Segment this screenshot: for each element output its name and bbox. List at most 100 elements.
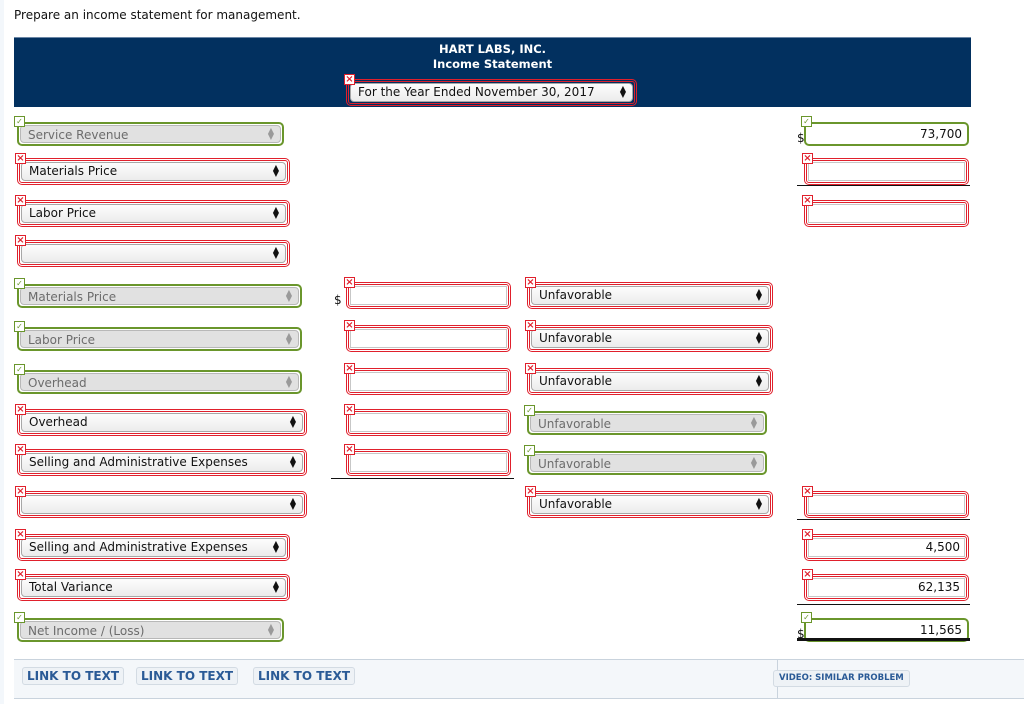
total-amount-input[interactable]: 62,135: [808, 578, 965, 597]
variance-type-select-wrapper: ✓ Unfavorable ▲ ▼: [524, 445, 767, 475]
video-similar-problem-button[interactable]: VIDEO: SIMILAR PROBLEM: [773, 670, 910, 687]
line-item-label-select-value: Labor Price: [28, 333, 96, 347]
line-item-label-select-wrapper: ✓ Net Income / (Loss) ▲ ▼: [14, 612, 284, 642]
total-amount-input-wrapper: × 62,135: [802, 569, 969, 601]
total-amount-input-wrapper: ×: [802, 153, 969, 185]
x-mark-icon: ×: [15, 195, 26, 206]
link-to-text-button-3[interactable]: LINK TO TEXT: [253, 667, 356, 685]
x-mark-icon: ×: [802, 195, 813, 206]
variance-type-select[interactable]: Unfavorable ▲ ▼: [530, 414, 764, 432]
variance-type-select-wrapper: × Unfavorable ▲ ▼: [525, 277, 773, 309]
variance-amount-input[interactable]: [350, 286, 507, 305]
link-to-text-button-2[interactable]: LINK TO TEXT: [136, 667, 239, 685]
variance-amount-input[interactable]: [350, 413, 507, 432]
x-mark-icon: ×: [525, 320, 536, 331]
line-item-label-select[interactable]: Labor Price ▲ ▼: [20, 330, 299, 348]
variance-type-select-wrapper: ✓ Unfavorable ▲ ▼: [524, 405, 767, 435]
check-mark-icon: ✓: [14, 278, 25, 289]
up-down-arrows-icon: ▲ ▼: [755, 373, 762, 388]
variance-type-select[interactable]: Unfavorable ▲ ▼: [531, 329, 769, 348]
line-item-label-select[interactable]: Service Revenue ▲ ▼: [20, 125, 281, 143]
x-mark-icon: ×: [15, 529, 26, 540]
variance-type-select[interactable]: Unfavorable ▲ ▼: [531, 372, 769, 391]
company-name: HART LABS, INC.: [438, 42, 547, 56]
variance-amount-input-wrapper: ×: [344, 277, 511, 309]
total-amount-input[interactable]: [808, 162, 965, 181]
up-down-arrows-icon: ▲ ▼: [285, 374, 292, 389]
x-mark-icon: ×: [802, 486, 813, 497]
line-item-label-select-value: Service Revenue: [28, 128, 129, 142]
variance-type-select[interactable]: Unfavorable ▲ ▼: [531, 286, 769, 305]
link-to-text-button-1[interactable]: LINK TO TEXT: [22, 667, 125, 685]
line-item-label-select[interactable]: Selling and Administrative Expenses ▲ ▼: [21, 453, 303, 472]
x-mark-icon: ×: [344, 444, 355, 455]
variance-amount-input[interactable]: [350, 329, 507, 348]
x-mark-icon: ×: [525, 486, 536, 497]
period-select[interactable]: For the Year Ended November 30, 2017 ▲ ▼: [350, 83, 633, 102]
line-item-label-select[interactable]: Materials Price ▲ ▼: [21, 162, 286, 181]
line-item-label-select-value: Materials Price: [28, 290, 117, 304]
total-amount-input-wrapper: ✓ 73,700: [801, 116, 969, 146]
up-down-arrows-icon: ▲ ▼: [750, 455, 757, 470]
check-mark-icon: ✓: [14, 612, 25, 623]
line-item-label-select-wrapper: ✓ Service Revenue ▲ ▼: [14, 116, 284, 146]
variance-amount-input-wrapper: ×: [344, 404, 511, 436]
x-mark-icon: ×: [344, 404, 355, 415]
up-down-arrows-icon: ▲ ▼: [755, 287, 762, 302]
up-down-arrows-icon: ▲ ▼: [289, 414, 296, 429]
x-mark-icon: ×: [15, 486, 26, 497]
x-mark-icon: ×: [525, 363, 536, 374]
variance-type-select[interactable]: Unfavorable ▲ ▼: [530, 454, 764, 472]
x-mark-icon: ×: [15, 444, 26, 455]
total-amount-input[interactable]: 4,500: [808, 538, 965, 557]
line-item-label-select-wrapper: ✓ Materials Price ▲ ▼: [14, 278, 302, 308]
net-income-double-rule: [797, 638, 970, 641]
up-down-arrows-icon: ▲ ▼: [289, 496, 296, 511]
variance-type-select-value: Unfavorable: [538, 417, 612, 431]
currency-symbol: $: [334, 293, 342, 307]
variance-type-select-value: Unfavorable: [539, 374, 613, 388]
check-mark-icon: ✓: [801, 116, 812, 127]
up-down-arrows-icon: ▲ ▼: [755, 496, 762, 511]
total-amount-input[interactable]: [808, 495, 965, 514]
variance-type-select[interactable]: Unfavorable ▲ ▼: [531, 495, 769, 514]
variance-type-select-wrapper: × Unfavorable ▲ ▼: [525, 320, 773, 352]
total-amount-input[interactable]: 73,700: [807, 125, 966, 143]
footer-toolbar: LINK TO TEXT LINK TO TEXT LINK TO TEXT V…: [14, 659, 1024, 699]
up-down-arrows-icon: ▲ ▼: [285, 288, 292, 303]
variance-amount-input-wrapper: ×: [344, 320, 511, 352]
line-item-label-select[interactable]: Labor Price ▲ ▼: [21, 204, 286, 223]
line-item-label-select[interactable]: Overhead ▲ ▼: [20, 373, 299, 391]
variance-type-select-value: Unfavorable: [539, 288, 613, 302]
line-item-label-select[interactable]: Overhead ▲ ▼: [21, 413, 303, 432]
line-item-label-select-wrapper: × Labor Price ▲ ▼: [15, 195, 290, 227]
line-item-label-select[interactable]: Net Income / (Loss) ▲ ▼: [20, 621, 281, 639]
currency-symbol: $: [797, 131, 805, 145]
total-amount-input-wrapper: ×: [802, 486, 969, 518]
line-item-label-select[interactable]: Materials Price ▲ ▼: [20, 287, 299, 305]
line-item-label-select-wrapper: × ▲ ▼: [15, 486, 307, 518]
line-item-label-select[interactable]: ▲ ▼: [21, 495, 303, 514]
up-down-arrows-icon: ▲ ▼: [619, 84, 626, 99]
line-item-label-select-value: Overhead: [29, 415, 88, 429]
variance-amount-input-wrapper: ×: [344, 363, 511, 395]
total-amount-input-wrapper: ×: [802, 195, 969, 227]
variance-type-select-wrapper: × Unfavorable ▲ ▼: [525, 486, 773, 518]
x-mark-icon: ×: [525, 277, 536, 288]
total-amount-input[interactable]: [808, 204, 965, 223]
total-amount-input[interactable]: 11,565: [807, 621, 966, 639]
period-select-wrapper: × For the Year Ended November 30, 2017 ▲…: [344, 74, 637, 106]
line-item-label-select[interactable]: Selling and Administrative Expenses ▲ ▼: [21, 538, 286, 557]
line-item-label-select-value: Labor Price: [29, 206, 97, 220]
line-item-label-select-value: Net Income / (Loss): [28, 624, 145, 638]
line-item-label-select[interactable]: ▲ ▼: [21, 244, 286, 263]
line-item-label-select-wrapper: × Selling and Administrative Expenses ▲ ▼: [15, 444, 307, 476]
check-mark-icon: ✓: [524, 405, 535, 416]
variance-type-select-value: Unfavorable: [539, 497, 613, 511]
line-item-label-select[interactable]: Total Variance ▲ ▼: [21, 578, 286, 597]
variance-amount-input[interactable]: [350, 453, 507, 472]
check-mark-icon: ✓: [801, 612, 812, 623]
variance-type-select-wrapper: × Unfavorable ▲ ▼: [525, 363, 773, 395]
x-mark-icon: ×: [802, 569, 813, 580]
variance-amount-input[interactable]: [350, 372, 507, 391]
